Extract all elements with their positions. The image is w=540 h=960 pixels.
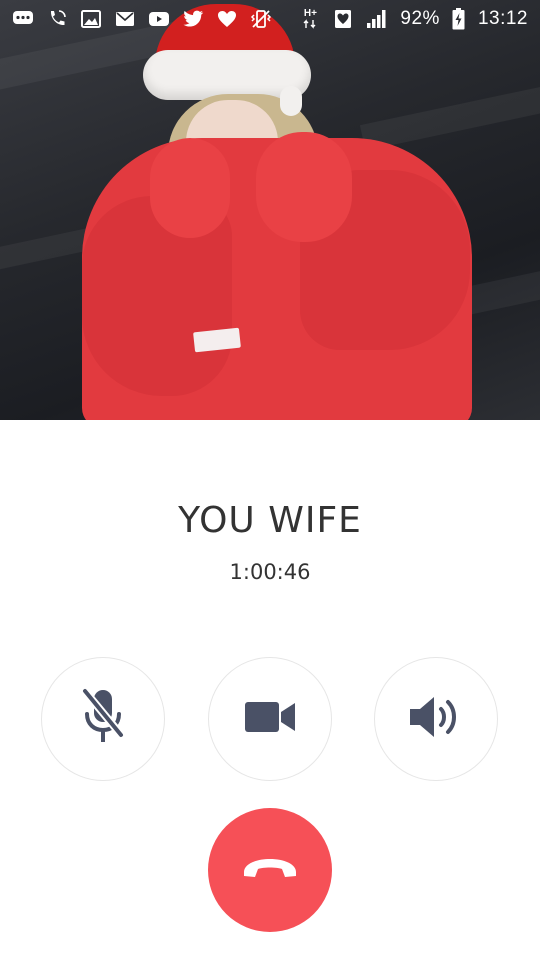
- status-bar: H+ 92% 13:12: [0, 0, 540, 38]
- heart-icon: [216, 8, 238, 30]
- chat-bubble-icon: [12, 8, 34, 30]
- mute-button[interactable]: [41, 657, 165, 781]
- speaker-button[interactable]: [374, 657, 498, 781]
- hang-up-icon: [240, 856, 300, 884]
- hplus-data-icon: H+: [300, 8, 320, 30]
- hand-right: [256, 132, 352, 242]
- end-call-button[interactable]: [208, 808, 332, 932]
- video-button[interactable]: [208, 657, 332, 781]
- vibrate-icon: [250, 8, 272, 30]
- signal-icon: [366, 8, 388, 30]
- clock: 13:12: [477, 8, 528, 29]
- youtube-icon: [148, 8, 170, 30]
- caller-photo: [0, 0, 540, 420]
- network-type-label: H+: [303, 8, 317, 19]
- status-bar-notifications: [12, 8, 272, 30]
- heart-box-icon: [332, 8, 354, 30]
- hat-pom: [280, 86, 302, 116]
- mic-off-icon: [80, 686, 126, 752]
- hand-left: [150, 138, 230, 238]
- mail-icon: [114, 8, 136, 30]
- call-duration: 1:00:46: [229, 560, 311, 584]
- twitter-icon: [182, 8, 204, 30]
- battery-percent: 92%: [400, 8, 440, 29]
- speaker-icon: [408, 695, 464, 743]
- battery-charging-icon: [452, 8, 466, 30]
- image-icon: [80, 8, 102, 30]
- phone-call-icon: [46, 8, 68, 30]
- caller-name: YOU WIFE: [178, 500, 362, 541]
- status-bar-system: H+ 92% 13:12: [300, 8, 528, 30]
- video-camera-icon: [244, 700, 296, 738]
